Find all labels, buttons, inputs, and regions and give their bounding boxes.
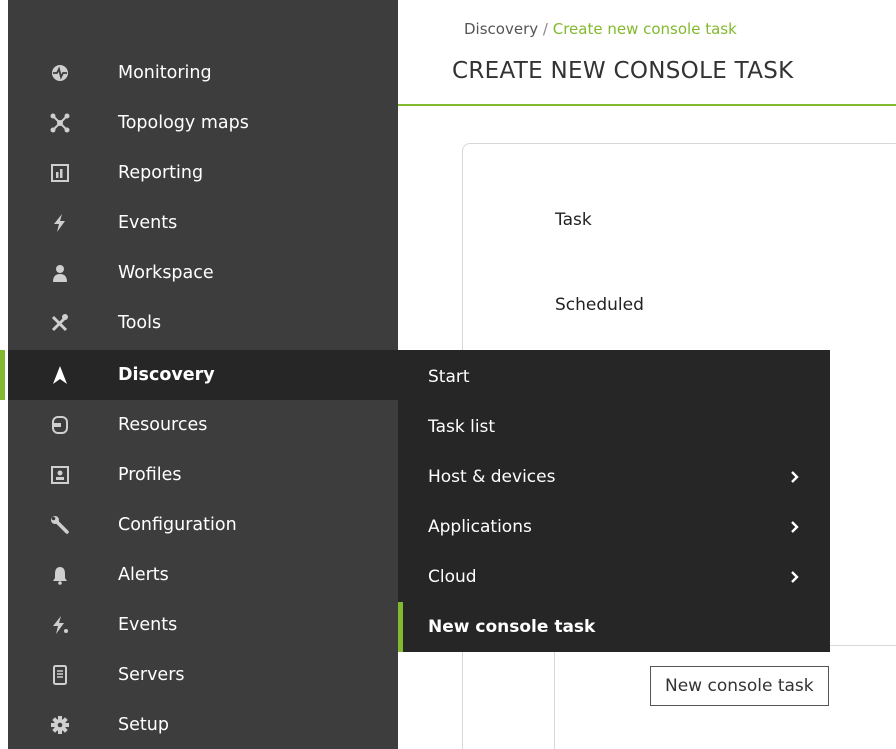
sidebar-item-resources[interactable]: Resources bbox=[8, 400, 398, 450]
submenu-item-applications[interactable]: Applications bbox=[398, 502, 830, 552]
wrench-icon bbox=[50, 515, 70, 535]
sidebar-item-label: Configuration bbox=[118, 515, 237, 535]
submenu-item-start[interactable]: Start bbox=[398, 352, 830, 402]
sidebar-item-label: Topology maps bbox=[118, 113, 249, 133]
tooltip: New console task bbox=[650, 666, 829, 706]
chevron-right-icon bbox=[791, 571, 799, 583]
submenu-item-new-console-task[interactable]: New console task bbox=[398, 602, 830, 652]
sidebar-item-label: Alerts bbox=[118, 565, 169, 585]
submenu-item-label: Task list bbox=[428, 417, 496, 437]
submenu-item-label: Host & devices bbox=[428, 467, 556, 487]
sidebar-item-label: Setup bbox=[118, 715, 169, 735]
resources-icon bbox=[50, 415, 70, 435]
tools-icon bbox=[50, 313, 70, 333]
sidebar-item-label: Events bbox=[118, 213, 178, 233]
events-icon bbox=[50, 213, 70, 233]
sidebar-item-label: Discovery bbox=[118, 365, 215, 385]
submenu-item-label: Cloud bbox=[428, 567, 477, 587]
topology-icon bbox=[50, 113, 70, 133]
submenu-item-cloud[interactable]: Cloud bbox=[398, 552, 830, 602]
chevron-right-icon bbox=[791, 521, 799, 533]
sidebar-item-label: Profiles bbox=[118, 465, 182, 485]
sidebar-item-label: Servers bbox=[118, 665, 185, 685]
sidebar-item-setup[interactable]: Setup bbox=[8, 700, 398, 749]
monitoring-icon bbox=[50, 63, 70, 83]
discovery-submenu: Start Task list Host & devices Applicati… bbox=[398, 350, 830, 652]
sidebar: Monitoring Topology maps Reporting Event… bbox=[0, 0, 398, 749]
sidebar-item-profiles[interactable]: Profiles bbox=[8, 450, 398, 500]
sidebar-item-events[interactable]: Events bbox=[8, 198, 398, 248]
breadcrumb: Discovery / Create new console task bbox=[464, 20, 737, 38]
sidebar-item-label: Tools bbox=[118, 313, 162, 333]
scheduled-label: Scheduled bbox=[555, 295, 644, 315]
sidebar-item-label: Workspace bbox=[118, 263, 214, 283]
discovery-icon bbox=[50, 365, 70, 385]
profiles-icon bbox=[50, 465, 70, 485]
sidebar-item-label: Monitoring bbox=[118, 63, 212, 83]
sidebar-item-workspace[interactable]: Workspace bbox=[8, 248, 398, 298]
breadcrumb-separator: / bbox=[542, 20, 548, 38]
page-title: CREATE NEW CONSOLE TASK bbox=[452, 58, 794, 84]
sidebar-item-discovery[interactable]: Discovery bbox=[0, 350, 398, 400]
header-divider bbox=[398, 104, 896, 106]
chevron-right-icon bbox=[791, 471, 799, 483]
task-label: Task bbox=[555, 210, 592, 230]
server-events-icon bbox=[50, 615, 70, 635]
sidebar-item-topology-maps[interactable]: Topology maps bbox=[8, 98, 398, 148]
submenu-item-task-list[interactable]: Task list bbox=[398, 402, 830, 452]
sidebar-item-configuration[interactable]: Configuration bbox=[8, 500, 398, 550]
submenu-item-host-devices[interactable]: Host & devices bbox=[398, 452, 830, 502]
sidebar-item-label: Events bbox=[118, 615, 178, 635]
breadcrumb-parent-link[interactable]: Discovery bbox=[464, 20, 538, 38]
sidebar-item-label: Resources bbox=[118, 415, 208, 435]
sidebar-item-label: Reporting bbox=[118, 163, 204, 183]
sidebar-item-alerts[interactable]: Alerts bbox=[8, 550, 398, 600]
sidebar-item-reporting[interactable]: Reporting bbox=[8, 148, 398, 198]
sidebar-item-server-events[interactable]: Events bbox=[8, 600, 398, 650]
gear-icon bbox=[50, 715, 70, 735]
breadcrumb-current: Create new console task bbox=[552, 20, 737, 38]
sidebar-item-tools[interactable]: Tools bbox=[8, 298, 398, 348]
submenu-item-label: Applications bbox=[428, 517, 532, 537]
server-icon bbox=[50, 665, 70, 685]
sidebar-item-monitoring[interactable]: Monitoring bbox=[8, 48, 398, 98]
reporting-icon bbox=[50, 163, 70, 183]
submenu-item-label: Start bbox=[428, 367, 470, 387]
workspace-icon bbox=[50, 263, 70, 283]
submenu-item-label: New console task bbox=[428, 617, 596, 637]
sidebar-item-servers[interactable]: Servers bbox=[8, 650, 398, 700]
bell-icon bbox=[50, 565, 70, 585]
